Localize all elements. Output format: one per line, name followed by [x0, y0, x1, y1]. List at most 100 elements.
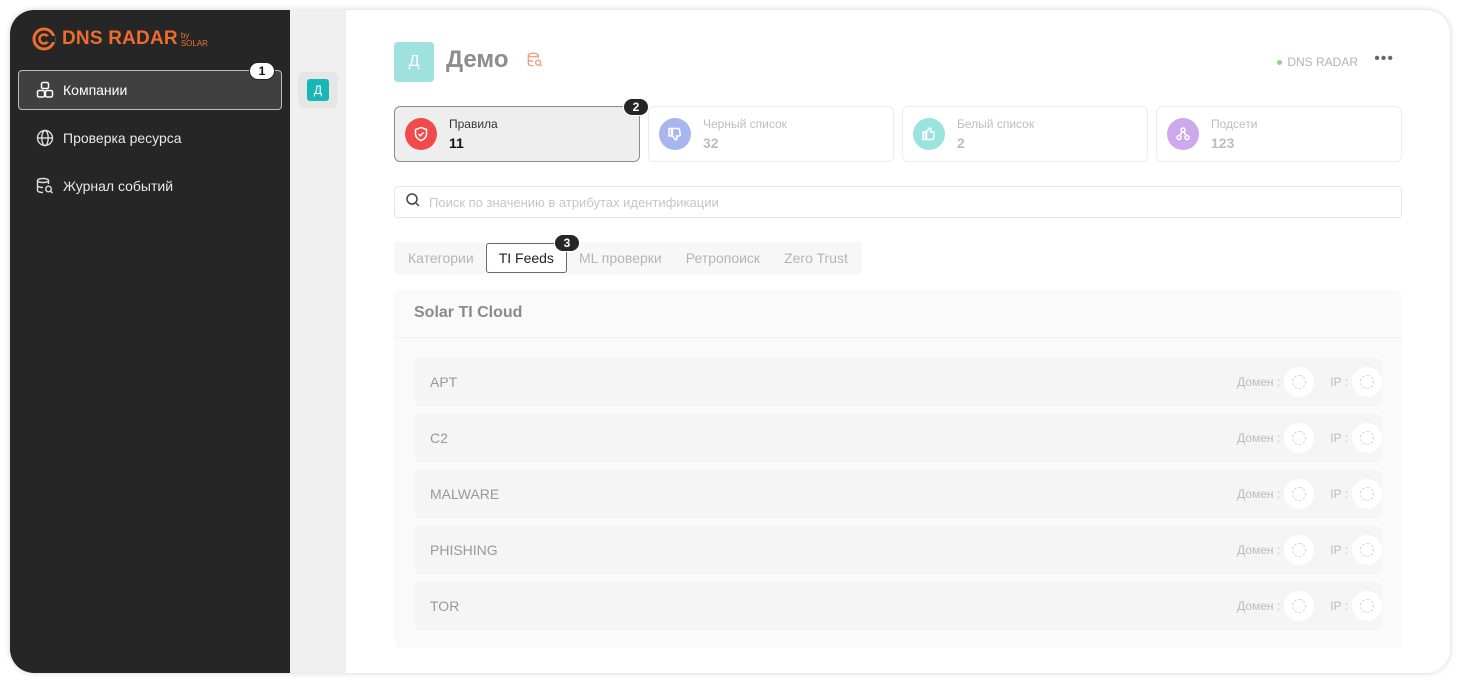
main-content: Д Демо DNS RADAR ••• Правила 11 2 Черный…: [346, 10, 1450, 673]
logo-icon: [32, 27, 56, 51]
loading-icon: [1360, 487, 1374, 501]
ip-toggle[interactable]: [1352, 591, 1382, 621]
domain-label: Домен :: [1237, 375, 1281, 389]
company-header-avatar: Д: [394, 42, 434, 82]
feed-row-apt: APT Домен : IP :: [414, 358, 1382, 406]
domain-toggle[interactable]: [1284, 423, 1315, 453]
loading-icon: [1360, 375, 1374, 389]
domain-toggle[interactable]: [1284, 591, 1315, 621]
feed-name: PHISHING: [430, 542, 498, 558]
status-indicator: DNS RADAR: [1277, 55, 1358, 69]
domain-label: Домен :: [1237, 487, 1281, 501]
domain-label: Домен :: [1237, 599, 1281, 613]
domain-toggle[interactable]: [1284, 367, 1315, 397]
sidebar-item-companies[interactable]: Компании 1: [18, 62, 282, 110]
sidebar-item-label: Журнал событий: [63, 178, 174, 194]
ip-toggle[interactable]: [1352, 479, 1382, 509]
loading-icon: [1360, 543, 1374, 557]
loading-icon: [1360, 599, 1374, 613]
brand-sub: by SOLAR: [181, 32, 208, 48]
page-title: Демо: [446, 46, 509, 73]
card-label: Правила: [449, 117, 498, 131]
thumb-down-icon: [659, 118, 691, 150]
loading-icon: [1292, 543, 1307, 557]
loading-icon: [1360, 431, 1374, 445]
card-label: Подсети: [1211, 117, 1258, 131]
company-switch-button[interactable]: Д: [298, 72, 338, 108]
card-rules[interactable]: Правила 11 2: [394, 98, 649, 162]
feed-meta: Домен : IP :: [1237, 423, 1382, 453]
company-avatar: Д: [307, 79, 329, 101]
feed-row-phishing: PHISHING Домен : IP :: [414, 526, 1382, 574]
company-rail: Д: [290, 10, 346, 673]
domain-toggle[interactable]: [1284, 479, 1315, 509]
ip-label: IP :: [1330, 487, 1348, 501]
tabs: Категории TI Feeds 3 ML проверки Ретропо…: [394, 234, 862, 274]
domain-label: Домен :: [1237, 431, 1281, 445]
ip-label: IP :: [1330, 431, 1348, 445]
tab-retrosearch[interactable]: Ретропоиск: [674, 243, 772, 273]
ip-toggle[interactable]: [1352, 423, 1382, 453]
sidebar-item-resource-check[interactable]: Проверка ресурса: [18, 118, 282, 158]
sidebar: DNS RADAR by SOLAR Компании 1 Проверка р…: [10, 10, 290, 673]
tab-label: TI Feeds: [498, 250, 554, 266]
feeds-panel: Solar TI Cloud APT Домен : IP : C2 Домен…: [394, 290, 1402, 648]
loading-icon: [1292, 599, 1307, 613]
card-label: Белый список: [957, 117, 1035, 131]
database-search-icon[interactable]: [527, 52, 545, 70]
divider: [394, 337, 1402, 338]
stat-cards: Правила 11 2 Черный список 32 Белый спис…: [394, 98, 1402, 162]
feed-name: C2: [430, 430, 448, 446]
ip-label: IP :: [1330, 375, 1348, 389]
ip-label: IP :: [1330, 543, 1348, 557]
loading-icon: [1292, 375, 1307, 389]
status-dot-icon: [1277, 59, 1283, 65]
app-window: DNS RADAR by SOLAR Компании 1 Проверка р…: [10, 10, 1450, 673]
search-input[interactable]: [429, 194, 1329, 210]
tab-categories[interactable]: Категории: [396, 243, 486, 273]
sidebar-nav: Компании 1 Проверка ресурса Журнал событ…: [18, 62, 282, 214]
thumb-up-icon: [913, 118, 945, 150]
card-value: 123: [1211, 135, 1235, 151]
feed-meta: Домен : IP :: [1237, 591, 1382, 621]
feed-name: TOR: [430, 598, 460, 614]
logo: DNS RADAR by SOLAR: [32, 24, 208, 54]
sidebar-item-label: Компании: [63, 82, 128, 98]
hint-badge: 1: [249, 62, 275, 80]
status-text: DNS RADAR: [1287, 55, 1358, 69]
card-subnets[interactable]: Подсети 123: [1156, 106, 1402, 162]
event-log-icon: [35, 176, 55, 196]
sidebar-item-event-log[interactable]: Журнал событий: [18, 166, 282, 206]
sidebar-item-label: Проверка ресурса: [63, 130, 182, 146]
shield-icon: [405, 118, 437, 150]
panel-title: Solar TI Cloud: [414, 304, 523, 321]
card-whitelist[interactable]: Белый список 2: [902, 106, 1148, 162]
feed-meta: Домен : IP :: [1237, 479, 1382, 509]
feed-row-c2: C2 Домен : IP :: [414, 414, 1382, 462]
ip-toggle[interactable]: [1352, 367, 1382, 397]
brand-solar: SOLAR: [180, 39, 208, 48]
feed-meta: Домен : IP :: [1237, 367, 1382, 397]
domain-toggle[interactable]: [1284, 535, 1315, 565]
card-label: Черный список: [703, 117, 787, 131]
card-value: 11: [449, 135, 464, 151]
ip-toggle[interactable]: [1352, 535, 1382, 565]
domain-label: Домен :: [1237, 543, 1281, 557]
tab-zero-trust[interactable]: Zero Trust: [772, 243, 860, 273]
card-value: 2: [957, 135, 965, 151]
tab-ml-checks[interactable]: ML проверки: [567, 243, 674, 273]
more-menu-icon[interactable]: •••: [1374, 50, 1394, 68]
feed-name: APT: [430, 374, 458, 390]
ip-label: IP :: [1330, 599, 1348, 613]
card-value: 32: [703, 135, 719, 151]
tab-ti-feeds[interactable]: TI Feeds 3: [485, 234, 580, 273]
feed-name: MALWARE: [430, 486, 500, 502]
brand-name: DNS RADAR: [62, 28, 178, 49]
search-icon: [405, 192, 421, 213]
feed-meta: Домен : IP :: [1237, 535, 1382, 565]
loading-icon: [1292, 487, 1307, 501]
feed-row-tor: TOR Домен : IP :: [414, 582, 1382, 630]
subnet-icon: [1167, 118, 1199, 150]
loading-icon: [1292, 431, 1307, 445]
card-blacklist[interactable]: Черный список 32: [648, 106, 894, 162]
